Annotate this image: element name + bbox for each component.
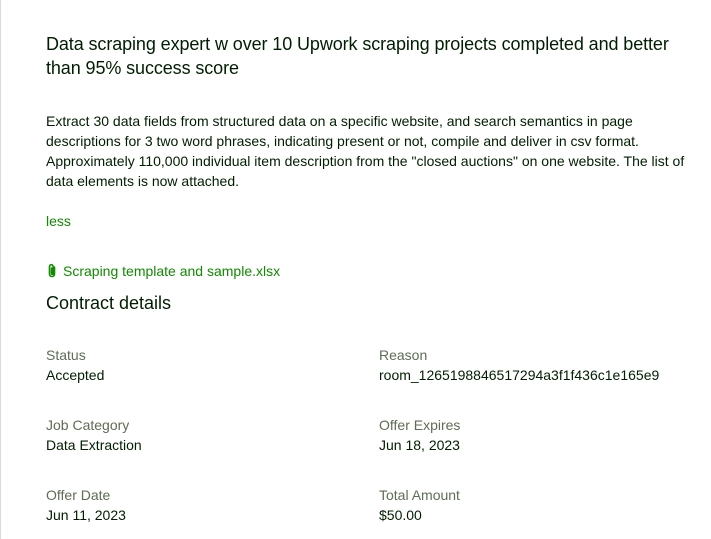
offer-expires-label: Offer Expires: [379, 417, 461, 433]
offer-expires-detail: Offer Expires Jun 18, 2023: [379, 415, 699, 455]
job-category-label: Job Category: [46, 417, 130, 433]
offer-date-label: Offer Date: [46, 487, 111, 503]
contract-details-title: Contract details: [46, 293, 172, 313]
offer-date-detail: Offer Date Jun 11, 2023: [46, 485, 366, 525]
status-label: Status: [46, 347, 86, 363]
attachment-link[interactable]: Scraping template and sample.xlsx: [46, 261, 280, 281]
attachment-filename: Scraping template and sample.xlsx: [63, 263, 281, 279]
total-amount-detail: Total Amount $50.00: [379, 485, 699, 525]
offer-expires-value: Jun 18, 2023: [379, 437, 460, 453]
less-link[interactable]: less: [46, 211, 71, 231]
total-amount-value: $50.00: [379, 507, 422, 523]
job-description: Extract 30 data fields from structured d…: [46, 113, 685, 189]
total-amount-label: Total Amount: [379, 487, 460, 503]
reason-label: Reason: [379, 347, 428, 363]
paperclip-icon: [46, 263, 58, 279]
reason-detail: Reason room_1265198846517294a3f1f436c1e1…: [379, 345, 699, 385]
job-category-detail: Job Category Data Extraction: [46, 415, 366, 455]
status-value: Accepted: [46, 367, 105, 383]
job-category-value: Data Extraction: [46, 437, 142, 453]
job-title: Data scraping expert w over 10 Upwork sc…: [46, 34, 669, 78]
offer-date-value: Jun 11, 2023: [46, 507, 126, 523]
reason-value: room_1265198846517294a3f1f436c1e165e9: [379, 367, 660, 383]
panel-left-border: [0, 0, 1, 539]
status-detail: Status Accepted: [46, 345, 366, 385]
